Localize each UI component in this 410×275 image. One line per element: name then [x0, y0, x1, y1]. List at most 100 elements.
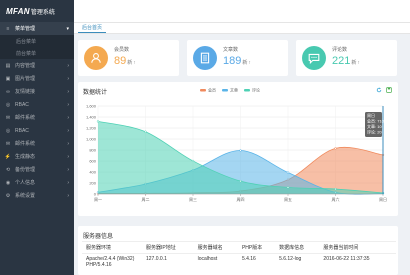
sidebar-item[interactable]: ◉ 个人信息 ›	[0, 176, 74, 189]
sidebar-item[interactable]: ▤ 内容管理 ›	[0, 59, 74, 72]
server-table-body: Apache/2.4.4 (Win32) PHP/5.4.16 127.0.0.1…	[82, 253, 396, 268]
up-arrow-icon: ↑	[133, 60, 136, 66]
y-tick-label: 600	[89, 159, 96, 164]
sidebar-item[interactable]: ✉ 邮件系统 ›	[0, 111, 74, 124]
legend-swatch	[222, 89, 228, 92]
tooltip-row: 会员: 710	[367, 118, 385, 124]
x-tick-label: 周三	[189, 196, 197, 202]
legend-label: 评论	[252, 87, 260, 93]
chevron-right-icon: ›	[67, 75, 69, 82]
legend-swatch	[200, 89, 206, 92]
tooltip-value: 710	[377, 119, 384, 124]
server-table-column: 服务器IP地址	[142, 241, 194, 254]
x-tick-label: 周日	[379, 196, 387, 202]
stat-value-row: 89新↑	[114, 55, 136, 67]
stat-card: 评论数 221新↑	[296, 40, 397, 76]
server-table-cell: 2016-06-22 11:37:35	[319, 253, 396, 268]
data-point	[286, 171, 290, 174]
legend-swatch	[244, 89, 250, 92]
data-point	[239, 179, 242, 183]
tooltip-value: 10	[377, 124, 382, 129]
settings-icon: ⚙	[5, 192, 11, 199]
server-table-cell: 5.6.12-log	[275, 253, 320, 268]
sidebar-item-label: 系统设置	[15, 193, 36, 199]
server-table: 服务器环境 服务器IP地址 服务器域名 PHP版本 数据库信息 服务器当前时间 Apach…	[82, 241, 396, 268]
x-tick-label: 周五	[284, 196, 292, 202]
top-bar	[74, 0, 410, 22]
tooltip-series-name: 评论	[367, 129, 375, 135]
rbac-icon: ◎	[5, 101, 11, 108]
sidebar-item-label: 友情链接	[15, 89, 36, 95]
sidebar-item[interactable]: ◎ RBAC ›	[0, 124, 74, 137]
sidebar-item[interactable]: ⚙ 系统设置 ›	[0, 189, 74, 202]
data-point	[334, 147, 337, 150]
sidebar-item[interactable]: ⟲ 备份管理 ›	[0, 163, 74, 176]
area-chart: 0 200 400 600 800 1,000 1,200 1,400 1,600 周一 周二 周三 周…	[86, 87, 387, 202]
sidebar-item[interactable]: ∞ 友情链接 ›	[0, 85, 74, 98]
stat-unit: 新	[242, 60, 248, 66]
server-table-column: PHP版本	[237, 241, 276, 254]
stat-unit: 新	[351, 60, 357, 66]
y-tick-label: 800	[89, 148, 96, 153]
save-icon[interactable]	[386, 87, 392, 93]
server-table-column: 服务器环境	[82, 241, 142, 254]
sidebar-item[interactable]: ≡ 菜单管理 ▾	[0, 22, 74, 35]
chevron-right-icon: ›	[67, 127, 69, 134]
stat-card: 会员数 89新↑	[78, 40, 179, 76]
sidebar-subitem[interactable]: 前台菜单	[0, 47, 74, 59]
sidebar-item-label: RBAC	[15, 127, 29, 134]
up-arrow-icon: ↑	[357, 60, 360, 66]
sidebar-item[interactable]: ◎ RBAC ›	[0, 98, 74, 111]
chevron-right-icon: ›	[67, 62, 69, 69]
tooltip-series-name: 会员	[367, 118, 375, 124]
menu-icon: ≡	[6, 25, 10, 32]
sidebar-item[interactable]: ▣ 图片管理 ›	[0, 72, 74, 85]
table-row: Apache/2.4.4 (Win32) PHP/5.4.16 127.0.0.1…	[82, 253, 396, 268]
y-tick-label: 0	[94, 192, 97, 197]
sidebar-item-label: 邮件系统	[15, 115, 36, 121]
stat-value-row: 189新↑	[223, 55, 251, 67]
stat-card: 文章数 189新↑	[187, 40, 288, 76]
tooltip-row: 文章: 10	[367, 123, 382, 129]
sidebar-nav: ≡ 菜单管理 ▾ 后台菜单 前台菜单 ▤ 内容管理 › ▣ 图片管理 › ∞ 友情链接 › ◎ RBAC › ✉ 邮…	[0, 22, 74, 202]
sidebar-item-label: 备份管理	[15, 167, 36, 173]
x-tick-label: 周二	[142, 196, 150, 202]
stat-label: 文章数	[223, 47, 239, 53]
legend-label: 会员	[208, 87, 216, 93]
server-table-column: 数据库信息	[275, 241, 320, 254]
server-table-cell: 127.0.0.1	[142, 253, 194, 268]
tooltip-series-name: 文章	[367, 123, 375, 129]
sidebar-item-label: 菜单管理	[15, 26, 36, 32]
x-tick-label: 周一	[94, 196, 102, 202]
mail-icon: ✉	[5, 114, 11, 121]
data-point	[96, 120, 100, 123]
stat-value: 221	[332, 55, 351, 67]
chevron-right-icon: ›	[67, 140, 69, 147]
content-icon: ▤	[5, 62, 11, 69]
server-table-header: 服务器环境 服务器IP地址 服务器域名 PHP版本 数据库信息 服务器当前时间	[82, 241, 396, 254]
stat-label: 评论数	[332, 47, 348, 53]
stat-unit: 新	[127, 60, 133, 66]
stat-label: 会员数	[114, 47, 130, 53]
chevron-right-icon: ›	[67, 101, 69, 108]
y-tick-label: 400	[89, 170, 96, 175]
backup-icon: ⟲	[5, 166, 11, 173]
tab-bar: 后台首页	[74, 22, 410, 34]
refresh-icon[interactable]	[376, 87, 382, 93]
server-table-column: 服务器域名	[193, 241, 238, 254]
tab-home[interactable]: 后台首页	[78, 24, 107, 33]
sidebar-item-label: 邮件系统	[15, 141, 36, 147]
server-table-cell: 5.4.16	[237, 253, 276, 268]
y-tick-label: 1,600	[86, 104, 97, 109]
y-tick-label: 200	[89, 181, 96, 186]
sidebar-item[interactable]: ✉ 邮件系统 ›	[0, 137, 74, 150]
chart-panel: 0 200 400 600 800 1,000 1,200 1,400 1,600 周一 周二 周三 周…	[78, 82, 398, 216]
stat-value-row: 221新↑	[332, 55, 360, 67]
sidebar-item[interactable]: ⚡ 生成静态 ›	[0, 150, 74, 163]
rbac-icon: ◎	[5, 127, 11, 134]
static-icon: ⚡	[4, 153, 12, 160]
sidebar-subitem[interactable]: 后台菜单	[0, 35, 74, 47]
server-table-column: 服务器当前时间	[319, 241, 396, 254]
data-point	[286, 186, 290, 189]
sidebar-item-label: RBAC	[15, 101, 29, 108]
